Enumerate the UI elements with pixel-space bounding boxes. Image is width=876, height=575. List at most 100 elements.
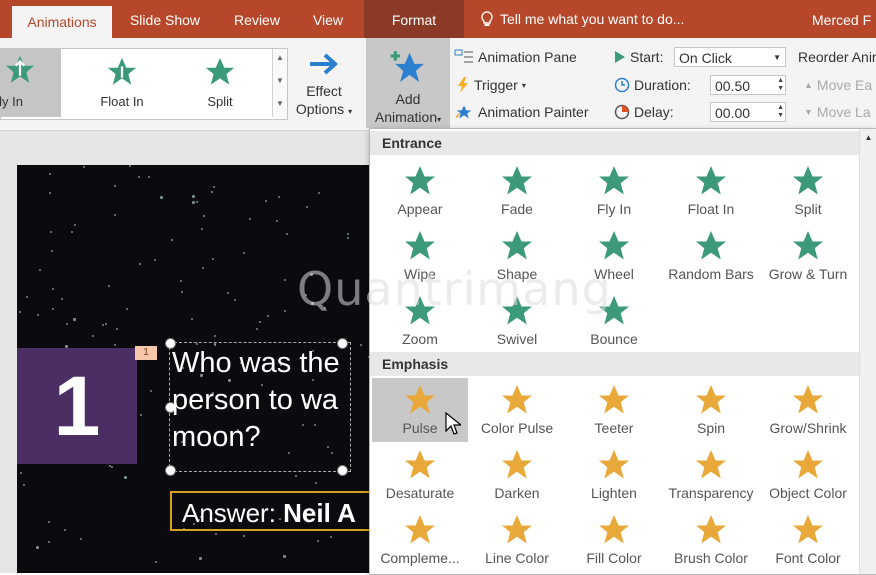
background-star xyxy=(311,302,314,305)
emphasis-header: Emphasis xyxy=(370,352,859,376)
slide-canvas[interactable]: 1 1 Who was the person to wa moon? Answe… xyxy=(17,165,417,573)
lightning-icon xyxy=(458,77,468,93)
emphasis-effect-spin[interactable]: Spin xyxy=(663,378,759,442)
emphasis-effect-object-color[interactable]: Object Color xyxy=(760,443,856,507)
background-star xyxy=(243,252,245,254)
spin-effect-icon xyxy=(696,385,726,414)
entrance-effect-fade[interactable]: Fade xyxy=(469,159,565,223)
effect-label: Darken xyxy=(494,485,540,501)
tab-format[interactable]: Format xyxy=(364,0,464,38)
spin-arrows-icon[interactable]: ▲ ▼ xyxy=(777,104,784,120)
resize-handle[interactable] xyxy=(337,465,348,476)
add-animation-button[interactable]: Add Animation▾ xyxy=(366,38,450,128)
gallery-more-icon[interactable]: ▼ xyxy=(273,99,287,108)
entrance-effect-grow-turn[interactable]: Grow & Turn xyxy=(760,224,856,288)
background-star xyxy=(19,311,21,313)
user-name[interactable]: Merced F xyxy=(812,0,876,38)
font-color-effect-icon xyxy=(793,515,823,544)
emphasis-effect-teeter[interactable]: Teeter xyxy=(566,378,662,442)
scroll-up-icon[interactable]: ▲ xyxy=(860,133,876,142)
answer-name: Neil A xyxy=(283,498,356,528)
entrance-effect-appear[interactable]: Appear xyxy=(372,159,468,223)
entrance-effect-wheel[interactable]: Wheel xyxy=(566,224,662,288)
animation-pane-button[interactable]: Animation Pane xyxy=(454,49,577,65)
emphasis-effect-transparency[interactable]: Transparency xyxy=(663,443,759,507)
background-star xyxy=(71,231,73,233)
start-select[interactable]: On Click ▼ xyxy=(674,47,786,67)
background-star xyxy=(36,546,39,549)
gallery-item-fly-in[interactable]: Fly In xyxy=(0,49,61,117)
entrance-effect-wipe[interactable]: Wipe xyxy=(372,224,468,288)
entrance-header: Entrance xyxy=(370,131,859,155)
ribbon-tab-bar: Animations Slide Show Review View Format… xyxy=(0,0,876,38)
background-star xyxy=(74,224,76,226)
effect-label: Grow & Turn xyxy=(768,266,848,282)
emphasis-effect-grow-shrink[interactable]: Grow/Shrink xyxy=(760,378,856,442)
add-animation-label-2: Animation xyxy=(374,109,438,125)
emphasis-effect-lighten[interactable]: Lighten xyxy=(566,443,662,507)
background-star xyxy=(66,323,68,325)
background-star xyxy=(148,176,150,178)
background-star xyxy=(278,196,280,198)
effect-label: Compleme... xyxy=(380,550,460,566)
entrance-effect-random-bars[interactable]: Random Bars xyxy=(663,224,759,288)
resize-handle[interactable] xyxy=(165,465,176,476)
gallery-item-float-in[interactable]: Float In xyxy=(77,49,167,117)
spin-arrows-icon[interactable]: ▲ ▼ xyxy=(777,77,784,93)
dropdown-scrollbar[interactable]: ▲ xyxy=(859,129,876,574)
animation-painter-button[interactable]: Animation Painter xyxy=(454,104,589,120)
effect-label: Object Color xyxy=(769,485,847,501)
emphasis-effect-compleme[interactable]: Compleme... xyxy=(372,508,468,572)
entrance-effect-swivel[interactable]: Swivel xyxy=(469,289,565,353)
background-star xyxy=(243,535,245,537)
effect-options-button[interactable]: Effect Options ▾ xyxy=(290,50,358,121)
brush-color-effect-icon xyxy=(696,515,726,544)
background-star xyxy=(324,307,326,309)
lighten-effect-icon xyxy=(599,450,629,479)
emphasis-effect-fill-color[interactable]: Fill Color xyxy=(566,508,662,572)
animation-painter-label: Animation Painter xyxy=(478,104,589,120)
transparency-effect-icon xyxy=(696,450,726,479)
move-later-button[interactable]: ▼ Move La xyxy=(804,104,871,120)
move-earlier-button[interactable]: ▲ Move Ea xyxy=(804,77,872,93)
entrance-effect-zoom[interactable]: Zoom xyxy=(372,289,468,353)
animation-order-tag[interactable]: 1 xyxy=(135,346,157,360)
background-star xyxy=(138,176,140,178)
delay-stepper[interactable]: 00.00 ▲ ▼ xyxy=(710,102,786,122)
background-star xyxy=(267,315,269,317)
background-star xyxy=(214,335,216,337)
emphasis-effect-brush-color[interactable]: Brush Color xyxy=(663,508,759,572)
trigger-button[interactable]: Trigger ▾ xyxy=(456,77,526,93)
animation-painter-icon xyxy=(455,105,472,119)
tab-animations[interactable]: Animations xyxy=(12,6,112,38)
emphasis-effect-line-color[interactable]: Line Color xyxy=(469,508,565,572)
emphasis-effect-desaturate[interactable]: Desaturate xyxy=(372,443,468,507)
scroll-down-icon[interactable]: ▼ xyxy=(273,76,287,85)
entrance-effect-bounce[interactable]: Bounce xyxy=(566,289,662,353)
tab-slide-show[interactable]: Slide Show xyxy=(120,0,210,38)
background-star xyxy=(48,541,50,543)
gallery-scrollbar[interactable]: ▲ ▼ ▼ xyxy=(272,49,287,117)
float-in-star-icon xyxy=(107,57,137,85)
effect-label: Desaturate xyxy=(385,485,455,501)
emphasis-effect-font-color[interactable]: Font Color xyxy=(760,508,856,572)
entrance-effect-fly-in[interactable]: Fly In xyxy=(566,159,662,223)
emphasis-effect-darken[interactable]: Darken xyxy=(469,443,565,507)
grow-turn-effect-icon xyxy=(793,231,823,260)
tab-review[interactable]: Review xyxy=(222,0,292,38)
emphasis-effect-color-pulse[interactable]: Color Pulse xyxy=(469,378,565,442)
question-text[interactable]: Who was the person to wa moon? xyxy=(172,345,340,456)
entrance-effect-shape[interactable]: Shape xyxy=(469,224,565,288)
delay-clock-icon xyxy=(614,104,630,120)
entrance-effect-float-in[interactable]: Float In xyxy=(663,159,759,223)
tell-me-box[interactable]: Tell me what you want to do... xyxy=(480,0,720,38)
scroll-up-icon[interactable]: ▲ xyxy=(273,53,287,62)
effect-label: Zoom xyxy=(402,331,438,347)
duration-stepper[interactable]: 00.50 ▲ ▼ xyxy=(710,75,786,95)
background-star xyxy=(92,335,94,337)
tab-view[interactable]: View xyxy=(298,0,358,38)
move-earlier-label: Move Ea xyxy=(816,77,873,93)
entrance-effect-split[interactable]: Split xyxy=(760,159,856,223)
delay-label-wrap: Delay: xyxy=(614,104,674,120)
gallery-item-split[interactable]: Split xyxy=(175,49,265,117)
